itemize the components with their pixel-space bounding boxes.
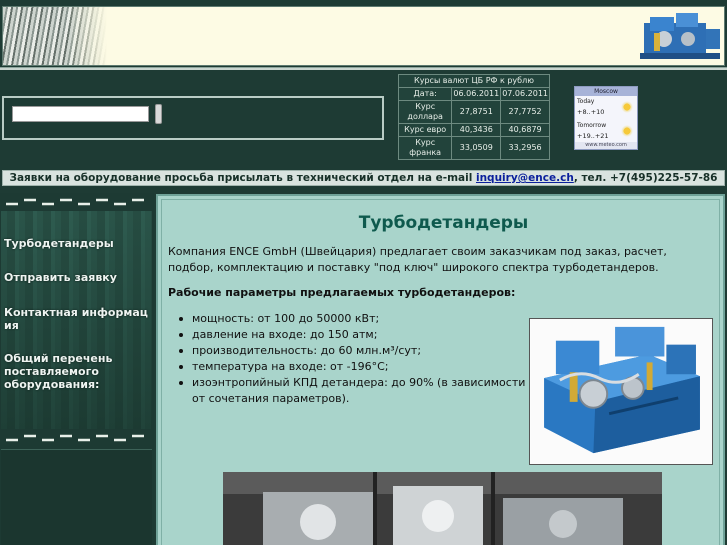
sidebar-footer-area — [1, 449, 152, 545]
currency-date-label: Дата: — [397, 87, 453, 101]
currency-caption: Курсы валют ЦБ РФ к рублю — [398, 74, 550, 88]
currency-date: 06.06.2011 — [451, 87, 502, 101]
list-item: температура на входе: от -196°С; — [179, 359, 532, 375]
sidebar-item-turboexpanders[interactable]: Турбодетандеры — [4, 237, 152, 250]
sidebar-item-send-request[interactable]: Отправить заявку — [4, 271, 152, 284]
weather-widget[interactable]: Moscow Today +8..+10 Tomorrow +19..+21 w… — [574, 86, 638, 150]
list-item: мощность: от 100 до 50000 кВт; — [179, 311, 532, 327]
notice-prefix: Заявки на оборудование просьба присылать… — [9, 172, 476, 184]
weather-today-temp: +8..+10 — [577, 108, 605, 116]
currency-row-label: Курс доллара — [397, 100, 453, 124]
weather-tomorrow-label: Tomorrow — [577, 122, 607, 129]
sidebar-top-ornament — [6, 198, 144, 206]
sidebar: Турбодетандеры Отправить заявку Контактн… — [0, 193, 154, 545]
weather-tomorrow-temp: +19..+21 — [577, 132, 609, 140]
search-button[interactable] — [155, 104, 162, 124]
weather-tomorrow: Tomorrow +19..+21 — [575, 120, 637, 144]
currency-value: 27,8751 — [451, 100, 502, 124]
main-content: Турбодетандеры Компания ENCE GmbH (Швейц… — [156, 194, 725, 545]
header — [0, 0, 727, 72]
weather-today-label: Today — [577, 98, 595, 105]
page-title: Турбодетандеры — [358, 213, 529, 233]
intro-paragraph: Компания ENCE GmbH (Швейцария) предлагае… — [168, 245, 667, 274]
main-content-inner: Турбодетандеры Компания ENCE GmbH (Швейц… — [161, 199, 720, 545]
currency-date: 07.06.2011 — [500, 87, 550, 101]
search-input[interactable] — [12, 106, 149, 122]
weather-today: Today +8..+10 — [575, 96, 637, 120]
currency-value: 27,7752 — [500, 100, 550, 124]
sidebar-menu-panel: Турбодетандеры Отправить заявку Контактн… — [1, 211, 152, 429]
currency-value: 33,2956 — [500, 136, 550, 160]
notice-text: Заявки на оборудование просьба присылать… — [2, 170, 725, 186]
list-item: давление на входе: до 150 атм; — [179, 327, 532, 343]
header-banner — [2, 6, 725, 66]
currency-rates-table: Курсы валют ЦБ РФ к рублю Дата: 06.06.20… — [397, 74, 550, 160]
partly-cloudy-icon — [621, 101, 633, 113]
sun-icon — [621, 125, 633, 137]
notice-phone: , тел. +7(495)225-57-86 — [573, 172, 718, 184]
turboexpander-photo — [529, 318, 713, 465]
email-link[interactable]: inquiry@ence.ch — [476, 172, 574, 184]
header-turbine-image — [640, 13, 720, 59]
params-heading: Рабочие параметры предлагаемых турбодета… — [168, 286, 516, 299]
sidebar-item-contacts[interactable]: Контактная информация — [4, 306, 150, 332]
currency-value: 40,3436 — [451, 123, 502, 137]
header-pipeline-image — [3, 7, 107, 65]
params-list: мощность: от 100 до 50000 кВт; давление … — [179, 311, 532, 407]
weather-source-link[interactable]: www.meteo.com — [575, 142, 637, 149]
currency-row-label: Курс франка — [397, 136, 453, 160]
sidebar-bottom-ornament — [6, 434, 144, 442]
list-item: изоэнтропийный КПД детандера: до 90% (в … — [179, 375, 532, 407]
currency-value: 33,0509 — [451, 136, 502, 160]
list-item: производительность: до 60 млн.м³/сут; — [179, 343, 532, 359]
header-divider — [0, 67, 727, 70]
plant-photo — [223, 472, 662, 545]
currency-value: 40,6879 — [500, 123, 550, 137]
sidebar-item-equipment-list[interactable]: Общий перечень поставляемого оборудовани… — [4, 352, 152, 391]
currency-row-label: Курс евро — [397, 123, 453, 137]
notice-bar: Заявки на оборудование просьба присылать… — [0, 168, 727, 190]
search-box — [2, 96, 384, 140]
weather-city: Moscow — [575, 87, 637, 96]
